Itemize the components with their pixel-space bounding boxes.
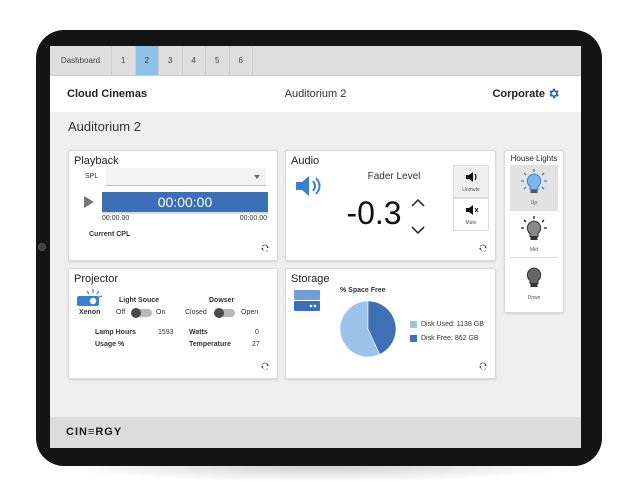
temperature-value: 27 xyxy=(252,341,260,348)
playback-title: Playback xyxy=(74,155,119,167)
dowser-open-label: Open xyxy=(241,309,259,316)
watts-value: 0 xyxy=(255,329,259,336)
projector-card: Projector Xenon Light Souce Off On Dowse… xyxy=(68,268,278,379)
lightbulb-up-icon xyxy=(521,169,547,193)
gear-icon[interactable] xyxy=(547,87,560,100)
tab-5[interactable]: 5 xyxy=(206,46,230,75)
lights-mid-label: Mid xyxy=(529,247,539,253)
projector-icon xyxy=(77,289,103,306)
light-source-toggle[interactable] xyxy=(131,308,152,318)
legend-swatch-free xyxy=(410,335,417,342)
app-header: Cloud Cinemas Auditorium 2 Corporate xyxy=(50,76,581,112)
watts-label: Watts xyxy=(189,329,208,336)
play-icon[interactable] xyxy=(84,196,94,208)
usage-label: Usage % xyxy=(95,341,125,348)
refresh-icon[interactable] xyxy=(260,361,270,371)
spl-label: SPL xyxy=(85,173,99,180)
tab-1[interactable]: 1 xyxy=(112,46,136,75)
fader-value: -0.3 xyxy=(346,195,402,231)
lamp-hours-label: Lamp Hours xyxy=(95,329,136,336)
light-on-label: On xyxy=(156,309,166,316)
toggle-knob xyxy=(214,308,224,318)
audio-title: Audio xyxy=(291,155,320,167)
legend-free-label: Disk Free: 862 GB xyxy=(421,335,479,342)
refresh-icon[interactable] xyxy=(478,243,488,253)
legend-swatch-used xyxy=(410,321,417,328)
lamp-hours-value: 1593 xyxy=(158,329,174,336)
lights-mid-button[interactable]: Mid xyxy=(510,212,558,258)
account-name[interactable]: Corporate xyxy=(492,88,545,100)
lights-up-label: Up xyxy=(530,200,538,206)
fader-label: Fader Level xyxy=(367,171,421,182)
tab-2[interactable]: 2 xyxy=(135,46,159,75)
tab-6[interactable]: 6 xyxy=(230,46,253,75)
tab-4[interactable]: 4 xyxy=(183,46,206,75)
chevron-down-icon[interactable] xyxy=(411,226,425,236)
chevron-up-icon[interactable] xyxy=(411,197,425,207)
cinergy-logo: CIN≡RGY xyxy=(66,426,123,438)
audio-card: Audio Fader Level -0.3 Unmute Mute xyxy=(285,150,496,261)
progress-track[interactable] xyxy=(102,212,268,214)
tab-dashboard[interactable]: Dashboard xyxy=(50,46,112,75)
temperature-label: Temperature xyxy=(189,341,231,348)
storage-pie-chart xyxy=(339,300,397,358)
playback-card: Playback SPL 00:00:00 00:00.00 00:00.00 … xyxy=(68,150,278,261)
unmute-button[interactable]: Unmute xyxy=(453,165,489,198)
remaining-time: 00:00.00 xyxy=(239,215,267,222)
mute-button[interactable]: Mute xyxy=(453,198,489,231)
lamp-type: Xenon xyxy=(79,309,101,316)
storage-card: Storage % Space Free Disk Used: 1138 GB … xyxy=(285,268,496,379)
unmute-label: Unmute xyxy=(462,187,480,193)
current-cpl-label: Current CPL xyxy=(89,231,131,238)
lights-up-button[interactable]: Up xyxy=(510,165,558,211)
light-off-label: Off xyxy=(116,309,126,316)
light-source-label: Light Souce xyxy=(119,297,160,304)
refresh-icon[interactable] xyxy=(478,361,488,371)
hard-drive-icon xyxy=(294,290,320,311)
house-lights-title: House Lights xyxy=(510,154,558,163)
timecode-display: 00:00:00 xyxy=(102,192,268,212)
lightbulb-down-icon xyxy=(526,267,542,287)
dowser-label: Dowser xyxy=(209,297,235,304)
lights-down-button[interactable]: Down xyxy=(510,259,558,305)
dowser-toggle[interactable] xyxy=(214,308,235,318)
spl-select[interactable] xyxy=(106,168,266,186)
tab-3[interactable]: 3 xyxy=(159,46,183,75)
footer-bar: CIN≡RGY xyxy=(50,417,581,448)
tab-bar: Dashboard 1 2 3 4 5 6 xyxy=(50,46,581,76)
volume-on-icon xyxy=(466,172,477,182)
legend-used-label: Disk Used: 1138 GB xyxy=(421,321,484,328)
lightbulb-mid-icon xyxy=(521,216,547,240)
storage-chart-title: % Space Free xyxy=(340,287,386,294)
elapsed-time: 00:00.00 xyxy=(102,215,130,222)
refresh-icon[interactable] xyxy=(260,243,270,253)
toggle-knob xyxy=(131,308,141,318)
camera-icon xyxy=(38,243,46,251)
storage-title: Storage xyxy=(291,273,330,285)
speaker-icon xyxy=(296,176,321,196)
chevron-down-icon xyxy=(254,175,260,179)
lights-down-label: Down xyxy=(527,295,541,301)
app-screen: Dashboard 1 2 3 4 5 6 Cloud Cinemas Audi… xyxy=(50,46,581,448)
dowser-closed-label: Closed xyxy=(185,309,207,316)
house-lights-card: House Lights Up Mid Down xyxy=(504,150,564,313)
page-title: Auditorium 2 xyxy=(68,119,141,134)
mute-label: Mute xyxy=(465,220,477,226)
volume-mute-icon xyxy=(466,205,479,215)
projector-title: Projector xyxy=(74,273,119,285)
